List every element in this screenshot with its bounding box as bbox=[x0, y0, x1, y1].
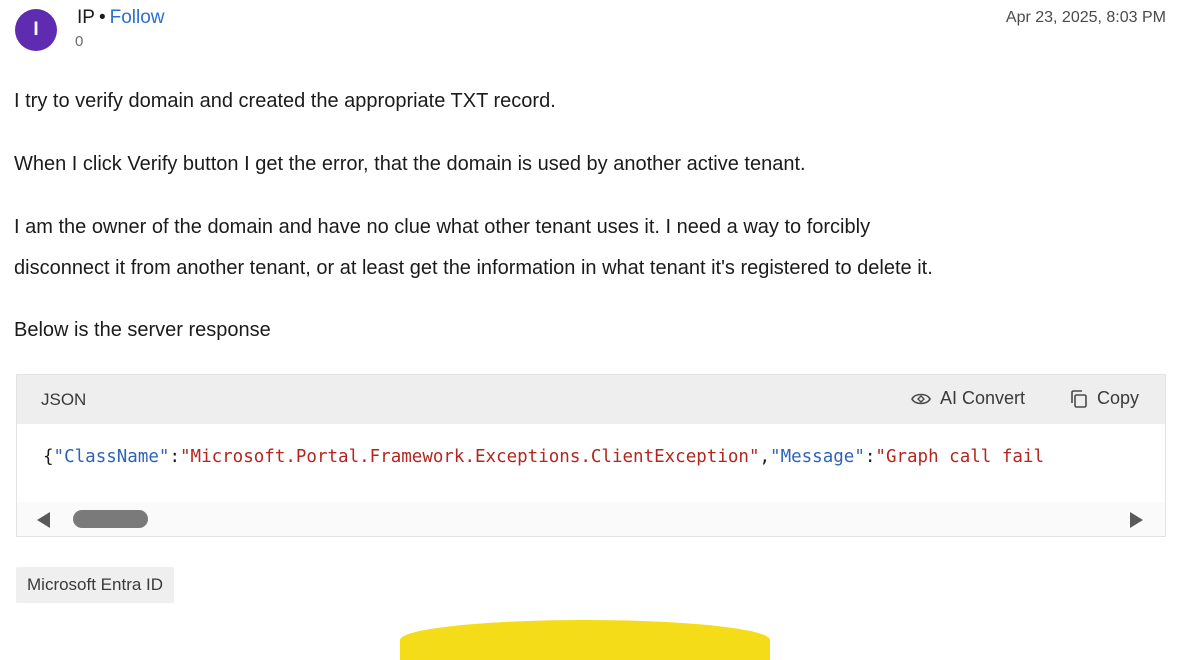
copy-label: Copy bbox=[1097, 388, 1140, 408]
code-token-colon: : bbox=[864, 447, 876, 467]
code-token-key: "ClassName" bbox=[53, 447, 170, 467]
decorative-yellow-shape bbox=[400, 620, 770, 660]
code-token-key: "Message" bbox=[770, 447, 865, 467]
author-line: IP • Follow bbox=[77, 7, 165, 29]
code-token-colon: : bbox=[169, 447, 180, 467]
post-paragraph: Below is the server response bbox=[14, 319, 271, 341]
post-count: 0 bbox=[75, 33, 84, 50]
scroll-left-arrow-icon[interactable] bbox=[37, 512, 50, 528]
post-paragraph: I try to verify domain and created the a… bbox=[14, 90, 556, 112]
scrollbar-thumb[interactable] bbox=[73, 510, 148, 528]
code-token-comma: , bbox=[759, 447, 771, 467]
code-line: {"ClassName":"Microsoft.Portal.Framework… bbox=[43, 447, 1165, 467]
author-separator: • bbox=[98, 7, 106, 28]
avatar[interactable]: I bbox=[15, 9, 57, 51]
ai-convert-button[interactable]: AI Convert bbox=[910, 388, 1025, 409]
code-header: JSON AI Convert Copy bbox=[17, 375, 1165, 424]
code-token-string: "Microsoft.Portal.Framework.Exceptions.C… bbox=[180, 447, 760, 467]
copy-icon bbox=[1069, 389, 1089, 409]
horizontal-scrollbar[interactable] bbox=[17, 502, 1165, 536]
code-block: JSON AI Convert Copy {"ClassName":"Micro… bbox=[16, 374, 1166, 537]
post-paragraph: I am the owner of the domain and have no… bbox=[14, 216, 871, 238]
follow-link[interactable]: Follow bbox=[110, 7, 165, 28]
post-paragraph: When I click Verify button I get the err… bbox=[14, 153, 806, 175]
code-token-string: "Graph call fail bbox=[875, 447, 1044, 467]
scroll-right-arrow-icon[interactable] bbox=[1130, 512, 1143, 528]
author-name[interactable]: IP bbox=[77, 7, 95, 28]
ai-convert-icon bbox=[910, 390, 932, 408]
topic-tag[interactable]: Microsoft Entra ID bbox=[16, 567, 175, 603]
code-token-brace: { bbox=[43, 447, 54, 467]
copy-button[interactable]: Copy bbox=[1069, 388, 1139, 409]
post-timestamp: Apr 23, 2025, 8:03 PM bbox=[1005, 9, 1166, 26]
post-paragraph: disconnect it from another tenant, or at… bbox=[14, 257, 933, 279]
code-language-label: JSON bbox=[41, 390, 87, 409]
ai-convert-label: AI Convert bbox=[940, 388, 1026, 408]
